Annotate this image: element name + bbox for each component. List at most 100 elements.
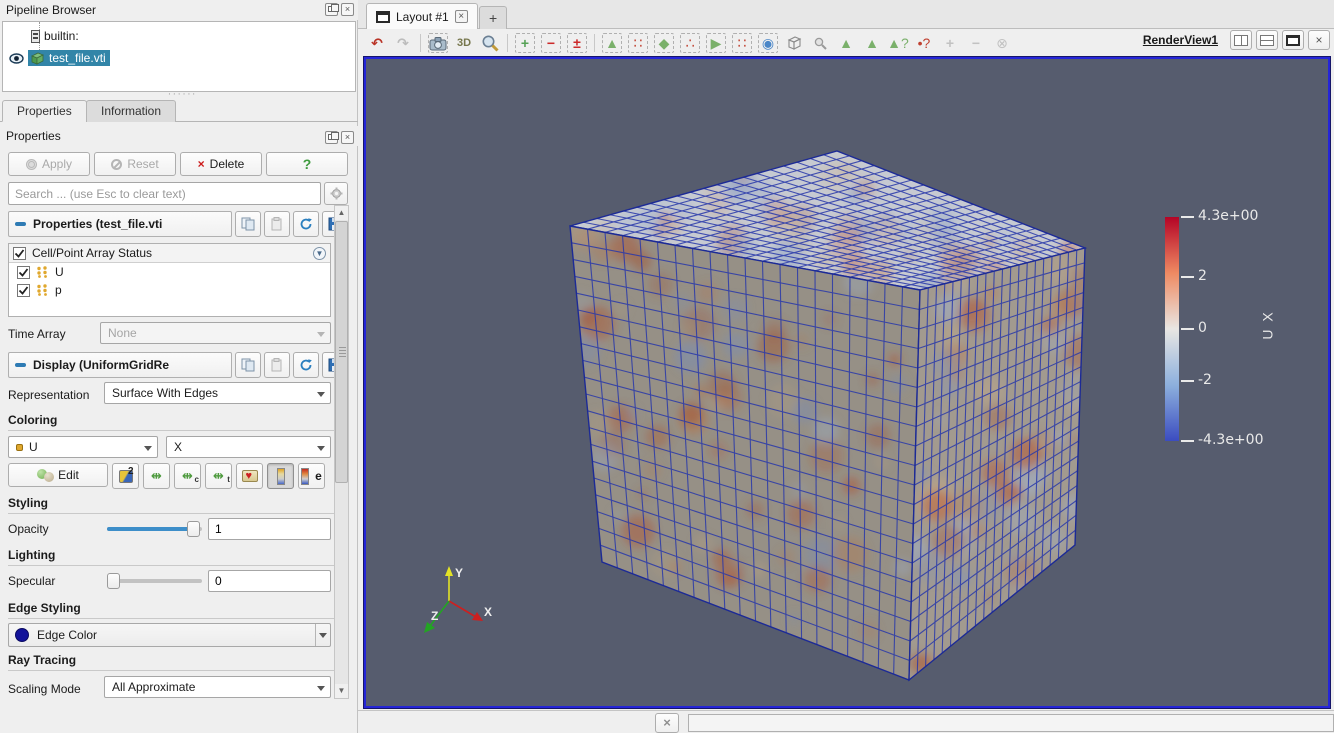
view-header: RenderView1 × [1143, 30, 1330, 50]
capture-screenshot-button[interactable] [426, 31, 450, 55]
time-array-combobox[interactable]: None [100, 322, 331, 344]
rescale-to-temporal-range-button[interactable]: ⇹t [205, 463, 232, 489]
representation-combobox[interactable]: Surface With Edges [104, 382, 331, 404]
float-dock-icon[interactable] [325, 131, 338, 144]
close-dock-icon[interactable]: × [341, 131, 354, 144]
hover-points-button[interactable] [808, 31, 832, 55]
grow-selection-button[interactable]: + [938, 31, 962, 55]
restore-defaults-button[interactable] [293, 211, 319, 237]
select-cells-on-button[interactable]: ▲ [600, 31, 624, 55]
ray-tracing-section-header: Ray Tracing [8, 653, 348, 671]
abort-progress-button[interactable]: × [655, 713, 679, 733]
zoom-box-out-button[interactable]: − [539, 31, 563, 55]
select-points-polygon-button[interactable]: ∴ [678, 31, 702, 55]
splitter-handle[interactable]: ⋅⋅⋅⋅⋅⋅ [168, 93, 192, 97]
select-points-on-button[interactable]: ∷ [626, 31, 650, 55]
close-tab-icon[interactable]: × [455, 10, 468, 23]
split-vertical-button[interactable] [1256, 30, 1278, 50]
pipeline-item-source[interactable]: test_file.vti [28, 50, 110, 66]
select-frustum-button[interactable] [782, 31, 806, 55]
paste-icon [270, 217, 284, 231]
properties-scrollbar[interactable]: ▲ ▼ [334, 205, 349, 699]
scroll-down-icon[interactable]: ▼ [335, 684, 348, 698]
tab-information[interactable]: Information [86, 100, 176, 122]
toolbar-separator [420, 34, 421, 52]
paste-properties-button[interactable] [264, 211, 290, 237]
scaling-mode-combobox[interactable]: All Approximate [104, 676, 331, 698]
properties-dock-title: Properties [6, 129, 61, 143]
copy-properties-button[interactable] [235, 211, 261, 237]
color-array-combobox[interactable]: U [8, 436, 158, 458]
array-header-dropdown-icon[interactable]: ▼ [313, 247, 326, 260]
edit-color-legend-button[interactable]: e [298, 463, 325, 489]
interactive-select-points-button[interactable]: ▲ [860, 31, 884, 55]
select-cells-through-button[interactable]: ▶ [704, 31, 728, 55]
render-viewport[interactable]: 4.3e+0020-2-4.3e+00 U X Y X Z [364, 57, 1330, 708]
pipeline-item-builtin[interactable]: builtin: [31, 28, 79, 44]
select-points-through-button[interactable]: ∷ [730, 31, 754, 55]
zoom-box-mixed-button[interactable]: ± [565, 31, 589, 55]
magnifier-icon [481, 34, 499, 52]
interactive-select-cells-button[interactable]: ◉ [756, 31, 780, 55]
rescale-to-custom-range-button[interactable]: ⇹c [174, 463, 201, 489]
clear-selection-button[interactable]: ⊗ [990, 31, 1014, 55]
edge-color-dropdown[interactable] [315, 624, 330, 646]
checkbox-checked-icon[interactable] [13, 247, 26, 260]
scrollbar-thumb[interactable] [335, 221, 348, 483]
edit-color-map-button[interactable]: Edit [8, 463, 108, 487]
choose-preset-button[interactable]: ♥ [236, 463, 263, 489]
shrink-selection-button[interactable]: − [964, 31, 988, 55]
close-view-button[interactable]: × [1308, 30, 1330, 50]
specular-value-field[interactable] [208, 570, 331, 592]
paste-display-button[interactable] [264, 352, 290, 378]
select-cells-polygon-button[interactable]: ◆ [652, 31, 676, 55]
apply-button[interactable]: Apply [8, 152, 90, 176]
pipeline-item-source-row: test_file.vti [9, 50, 110, 66]
maximize-view-button[interactable] [1282, 30, 1304, 50]
array-row[interactable]: p [9, 281, 330, 299]
zoom-to-data-button[interactable] [478, 31, 502, 55]
color-legend[interactable]: 4.3e+0020-2-4.3e+00 U X [1165, 217, 1334, 441]
select-cells-polygon-icon: ◆ [659, 35, 670, 52]
hover-cells-button[interactable]: ▲ [834, 31, 858, 55]
float-dock-icon[interactable] [325, 3, 338, 16]
rescale-to-data-range-button[interactable]: ⇹ [143, 463, 170, 489]
toggle-3d-button[interactable]: 3D [452, 31, 476, 55]
tab-layout-1[interactable]: Layout #1 × [366, 3, 478, 29]
checkbox-checked-icon[interactable] [17, 266, 30, 279]
array-row[interactable]: U [9, 263, 330, 281]
specular-slider[interactable] [107, 570, 202, 592]
help-button[interactable]: ? [266, 152, 348, 176]
query-points-button[interactable]: •? [912, 31, 936, 55]
split-horizontal-button[interactable] [1230, 30, 1252, 50]
scroll-up-icon[interactable]: ▲ [335, 206, 348, 220]
query-cells-button[interactable]: ▲? [886, 31, 910, 55]
delete-button[interactable]: × Delete [180, 152, 262, 176]
display-section-title-box[interactable]: Display (UniformGridRe [8, 352, 232, 378]
tab-properties[interactable]: Properties [2, 100, 87, 122]
select-cells-through-icon: ▶ [711, 35, 722, 52]
source-section-title-box[interactable]: Properties (test_file.vti [8, 211, 232, 237]
array-status-header[interactable]: Cell/Point Array Status ▼ [9, 244, 330, 263]
search-input[interactable] [8, 182, 321, 205]
restore-display-defaults-button[interactable] [293, 352, 319, 378]
undo-camera-button[interactable]: ↶ [365, 31, 389, 55]
new-layout-tab[interactable]: + [479, 6, 507, 29]
visibility-eye-icon[interactable] [9, 53, 24, 64]
array-row-label: U [55, 265, 64, 279]
opacity-value-field[interactable] [208, 518, 331, 540]
view-title[interactable]: RenderView1 [1143, 33, 1218, 47]
color-legend-title: U X [1260, 310, 1276, 339]
colormap-2d-button[interactable]: 2 [112, 463, 139, 489]
color-component-combobox[interactable]: X [166, 436, 331, 458]
copy-display-button[interactable] [235, 352, 261, 378]
reset-button[interactable]: Reset [94, 152, 176, 176]
edge-color-button[interactable]: Edge Color [8, 623, 331, 647]
zoom-box-in-button[interactable]: + [513, 31, 537, 55]
search-options-button[interactable] [324, 182, 348, 205]
opacity-slider[interactable] [107, 518, 202, 540]
close-dock-icon[interactable]: × [341, 3, 354, 16]
checkbox-checked-icon[interactable] [17, 284, 30, 297]
redo-camera-button[interactable]: ↷ [391, 31, 415, 55]
toggle-color-legend-button[interactable] [267, 463, 294, 489]
